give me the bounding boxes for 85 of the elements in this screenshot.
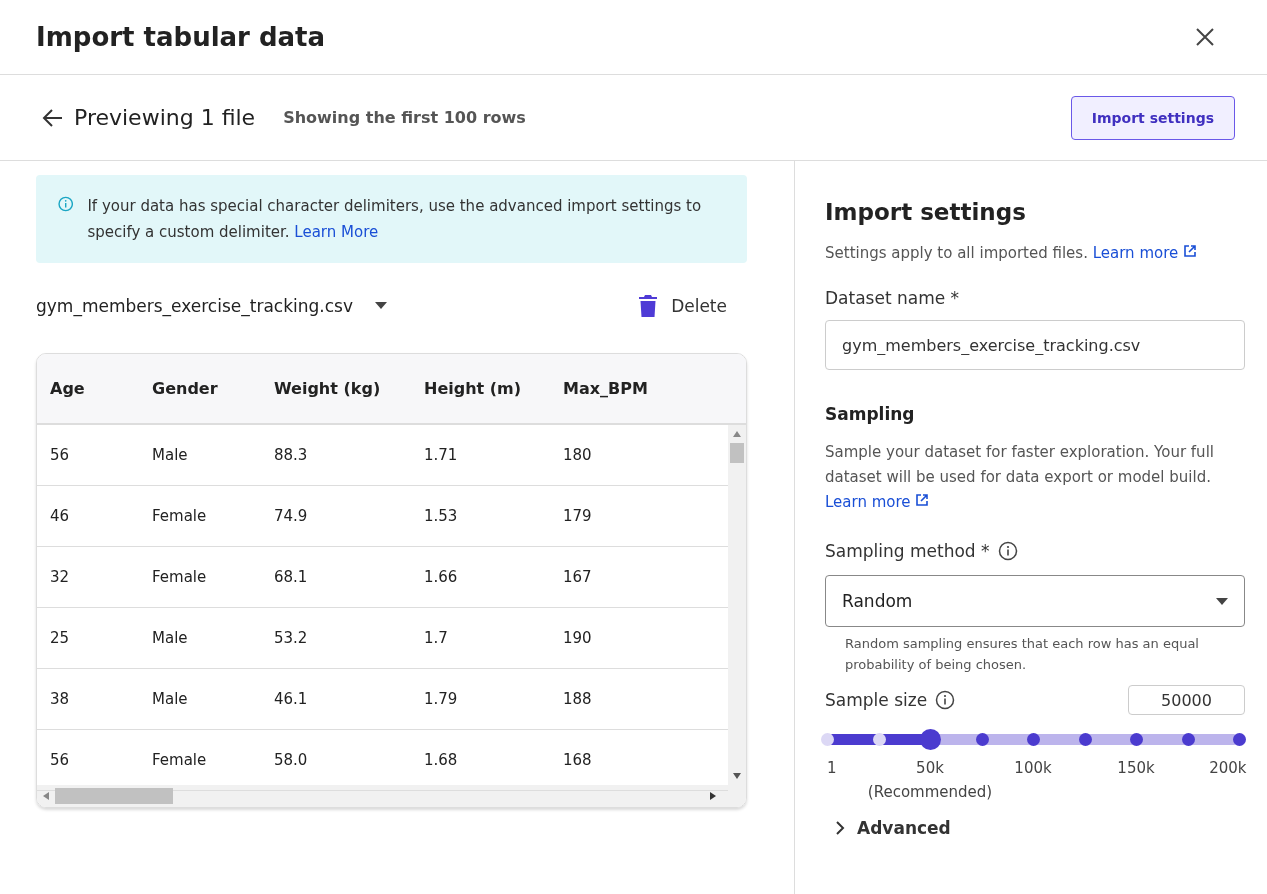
table-cell-text: 25	[49, 629, 71, 647]
table-cell-text: 190	[562, 629, 593, 647]
learn-more-link[interactable]: Learn more	[825, 493, 930, 511]
table-cell-text: 88.3	[273, 446, 309, 464]
settings-description: Settings apply to all imported files. Learn more	[825, 241, 1245, 266]
table-cell-text: Female	[151, 751, 208, 769]
tick-label: 1	[827, 758, 837, 779]
table-cell-text: 46	[49, 507, 71, 525]
dropdown-caret-icon	[1216, 597, 1228, 605]
horizontal-scrollbar[interactable]	[37, 785, 746, 807]
sampling-method-dropdown[interactable]: Random	[825, 575, 1245, 627]
table-cell-text: 68.1	[273, 568, 309, 586]
step-dot	[1130, 733, 1143, 746]
back-arrow-icon[interactable]	[42, 107, 64, 128]
table-cell-text: 179	[562, 507, 593, 525]
table-cell-text: 168	[562, 751, 593, 769]
tick-label: 100k	[1014, 758, 1052, 779]
column-header: Max_BPM	[562, 379, 649, 398]
table-cell-text: 180	[562, 446, 593, 464]
settings-title: Import settings	[825, 199, 1027, 225]
tick-label: 200k	[1209, 758, 1247, 779]
external-link-icon	[915, 493, 930, 507]
sampling-method-hint: Random sampling ensures that each row has an equal probability of being chosen.	[845, 635, 1200, 674]
delete-button[interactable]: Delete	[639, 295, 747, 317]
table-cell-text: 1.68	[423, 751, 459, 769]
info-icon[interactable]	[997, 541, 1018, 561]
sample-size-label: Sample size	[825, 690, 928, 710]
table-cell-text: Male	[151, 629, 189, 647]
dataset-name-field[interactable]: gym_members_exercise_tracking.csv	[825, 320, 1245, 370]
external-link-icon	[1183, 244, 1198, 258]
sample-size-field[interactable]: 50000	[1128, 685, 1245, 715]
table-cell-text: Female	[151, 507, 208, 525]
table-cell-text: 167	[562, 568, 593, 586]
dataset-name-label: Dataset name *	[825, 288, 961, 308]
table-cell-text: 46.1	[273, 690, 309, 708]
table-cell-text: 32	[49, 568, 71, 586]
scrollbar-thumb[interactable]	[55, 788, 173, 804]
step-dot	[821, 733, 834, 746]
scroll-down-icon[interactable]	[733, 773, 741, 779]
preview-title: Previewing 1 file	[74, 105, 256, 130]
table-cell-text: 38	[49, 690, 71, 708]
table-cell-text: 1.79	[423, 690, 459, 708]
advanced-toggle[interactable]: Advanced	[825, 818, 1245, 838]
scroll-right-icon[interactable]	[710, 792, 716, 800]
tick-note: (Recommended)	[867, 782, 993, 803]
scrollbar-thumb[interactable]	[730, 443, 744, 463]
table-cell-text: 1.7	[423, 629, 449, 647]
table-cell-text: 74.9	[273, 507, 309, 525]
vertical-scrollbar[interactable]	[728, 425, 746, 785]
table-cell-text: 1.53	[423, 507, 459, 525]
table-cell-text: 56	[49, 446, 71, 464]
file-name: gym_members_exercise_tracking.csv	[36, 296, 353, 316]
table-cell-text: 56	[49, 751, 71, 769]
tick-label: 150k	[1117, 758, 1155, 779]
table-cell-text: 1.66	[423, 568, 459, 586]
scroll-left-icon[interactable]	[43, 792, 49, 800]
preview-caption: Showing the first 100 rows	[283, 108, 527, 127]
sampling-description: Sample your dataset for faster exploration. Your full dataset will be used for data export or model build. Learn more	[825, 442, 1215, 513]
column-header: Weight (kg)	[273, 379, 382, 398]
window-title: Import tabular data	[36, 22, 326, 52]
step-dot	[1027, 733, 1040, 746]
table-cell-text: 188	[562, 690, 593, 708]
table-cell-text: Female	[151, 568, 208, 586]
step-dot	[1233, 733, 1246, 746]
table-cell-text: 1.71	[423, 446, 459, 464]
slider-thumb[interactable]	[920, 729, 941, 750]
info-icon[interactable]	[935, 690, 956, 710]
table-cell-text: 58.0	[273, 751, 309, 769]
learn-more-link[interactable]: Learn more	[1092, 244, 1198, 262]
column-header: Age	[49, 379, 86, 398]
dropdown-caret-icon[interactable]	[374, 302, 387, 310]
trash-icon	[639, 295, 658, 317]
close-icon[interactable]	[1195, 27, 1215, 47]
learn-more-link[interactable]: Learn More	[294, 223, 379, 241]
import-settings-button[interactable]: Import settings	[1070, 95, 1235, 140]
scroll-up-icon[interactable]	[733, 431, 741, 437]
info-text: If your data has special character delimiters, use the advanced import settings to specify a custom delimiter. Learn More	[87, 196, 703, 243]
tick-label: 50k	[916, 758, 944, 779]
table-cell-text: Male	[151, 446, 189, 464]
table-cell-text: 53.2	[273, 629, 309, 647]
column-header: Gender	[151, 379, 219, 398]
sampling-title: Sampling	[825, 404, 916, 424]
table-cell-text: Male	[151, 690, 189, 708]
column-header: Height (m)	[423, 379, 523, 398]
sampling-method-label: Sampling method *	[825, 541, 990, 561]
